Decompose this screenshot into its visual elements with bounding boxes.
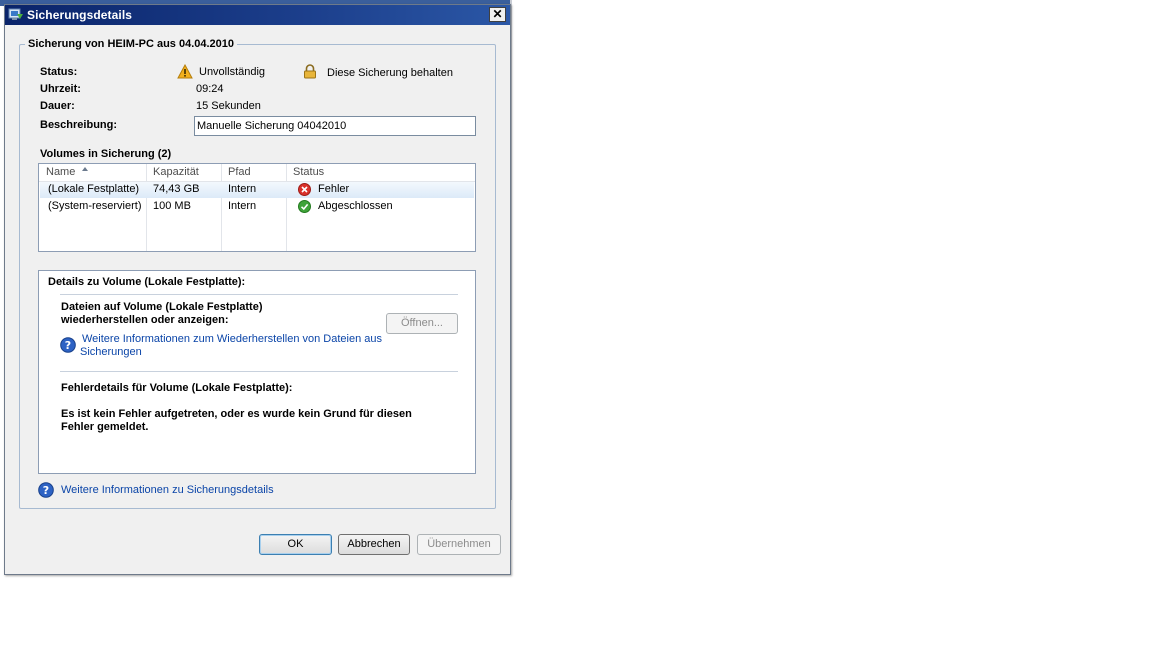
duration-value: 15 Sekunden xyxy=(196,100,261,112)
ok-button[interactable]: OK xyxy=(259,534,332,555)
files-text-line2: wiederherstellen oder anzeigen: xyxy=(61,314,229,326)
sort-ascending-icon xyxy=(82,167,88,171)
volumes-table: Name Kapazität Pfad Status (Lokale Festp… xyxy=(38,163,476,252)
column-header-path[interactable]: Pfad xyxy=(228,166,251,178)
volume-path: Intern xyxy=(228,200,257,212)
column-header-name[interactable]: Name xyxy=(46,166,75,178)
help-icon: ? xyxy=(60,337,76,353)
volumes-heading: Volumes in Sicherung (2) xyxy=(40,148,172,160)
help-icon: ? xyxy=(38,482,54,498)
column-header-capacity[interactable]: Kapazität xyxy=(153,166,199,178)
restore-files-link-line1[interactable]: Weitere Informationen zum Wiederherstell… xyxy=(82,333,382,345)
duration-label: Dauer: xyxy=(40,100,75,112)
error-icon xyxy=(298,183,311,196)
description-input[interactable] xyxy=(194,116,476,136)
volume-name: (System-reserviert) xyxy=(48,200,142,212)
open-button[interactable]: Öffnen... xyxy=(386,313,458,334)
status-value: Unvollständig xyxy=(199,66,266,78)
description-label: Beschreibung: xyxy=(40,119,118,131)
table-row[interactable]: (System-reserviert) 100 MB Intern Abgesc… xyxy=(40,199,474,215)
details-heading: Details zu Volume (Lokale Festplatte): xyxy=(48,276,246,288)
time-label: Uhrzeit: xyxy=(40,83,81,95)
svg-text:?: ? xyxy=(65,339,71,352)
window-title: Sicherungsdetails xyxy=(27,8,133,22)
title-bar: Sicherungsdetails ✕ xyxy=(5,5,510,25)
column-header-status[interactable]: Status xyxy=(293,166,324,178)
svg-text:?: ? xyxy=(43,484,49,497)
keep-backup-link[interactable]: Diese Sicherung behalten xyxy=(327,67,453,79)
error-message-line2: Fehler gemeldet. xyxy=(61,421,149,433)
close-button[interactable]: ✕ xyxy=(489,7,506,22)
success-icon xyxy=(298,200,311,213)
volume-capacity: 100 MB xyxy=(153,200,191,212)
backup-heading: Sicherung von HEIM-PC aus 04.04.2010 xyxy=(25,38,238,50)
divider xyxy=(60,371,458,372)
lock-icon xyxy=(304,64,316,79)
status-label: Status: xyxy=(40,66,78,78)
table-row[interactable]: (Lokale Festplatte) 74,43 GB Intern Fehl… xyxy=(40,182,474,198)
backup-details-dialog: Sicherungsdetails ✕ Sicherung von HEIM-P… xyxy=(4,4,511,575)
restore-files-link-line2[interactable]: Sicherungen xyxy=(80,346,142,358)
volume-status: Fehler xyxy=(318,183,350,195)
time-value: 09:24 xyxy=(196,83,224,95)
volume-path: Intern xyxy=(228,183,257,195)
warning-icon xyxy=(177,64,193,79)
volume-status: Abgeschlossen xyxy=(318,200,393,212)
backup-details-info-link[interactable]: Weitere Informationen zu Sicherungsdetai… xyxy=(61,484,274,496)
error-message-line1: Es ist kein Fehler aufgetreten, oder es … xyxy=(61,408,412,420)
error-details-heading: Fehlerdetails für Volume (Lokale Festpla… xyxy=(61,382,293,394)
table-header: Name Kapazität Pfad Status xyxy=(39,164,475,182)
volume-capacity: 74,43 GB xyxy=(153,183,200,195)
cancel-button[interactable]: Abbrechen xyxy=(338,534,410,555)
files-text-line1: Dateien auf Volume (Lokale Festplatte) xyxy=(61,301,263,313)
backup-app-icon xyxy=(8,8,23,20)
apply-button[interactable]: Übernehmen xyxy=(417,534,501,555)
volume-name: (Lokale Festplatte) xyxy=(48,183,140,195)
divider xyxy=(60,294,458,295)
